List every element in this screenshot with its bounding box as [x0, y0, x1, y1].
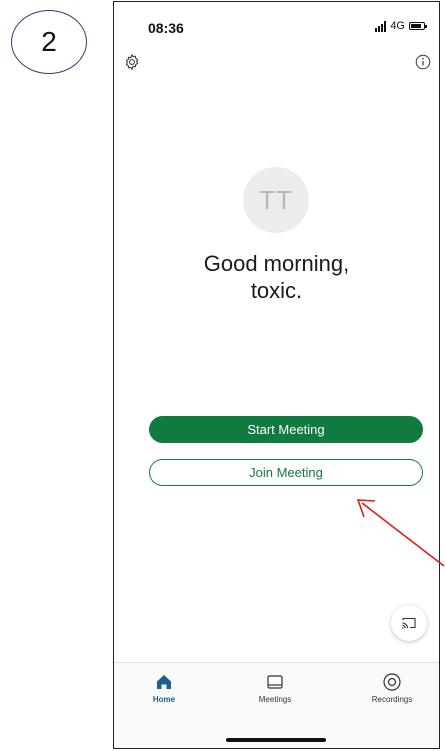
screenshot-canvas: 2 08:36 4G TT Good morning, toxic. Start…	[0, 0, 446, 751]
tab-recordings[interactable]: Recordings	[352, 671, 432, 704]
status-indicators: 4G	[375, 20, 427, 32]
tab-meetings-label: Meetings	[258, 695, 292, 704]
phone-screen: 08:36 4G TT Good morning, toxic. Start M…	[113, 1, 440, 749]
gear-icon	[125, 53, 139, 71]
tab-home[interactable]: Home	[124, 671, 204, 704]
meetings-icon	[267, 675, 283, 689]
battery-icon	[409, 22, 427, 30]
start-meeting-button[interactable]: Start Meeting	[149, 416, 423, 443]
avatar-initials: TT	[259, 184, 293, 215]
signal-icon	[375, 20, 387, 32]
settings-button[interactable]	[122, 52, 142, 72]
home-indicator	[226, 738, 326, 742]
home-icon	[157, 675, 171, 689]
bottom-tab-bar: Home Meetings Recordings	[114, 662, 439, 748]
tab-home-label: Home	[152, 695, 176, 704]
status-time: 08:36	[148, 20, 184, 36]
greeting-line-1: Good morning,	[203, 251, 350, 276]
join-meeting-button[interactable]: Join Meeting	[149, 459, 423, 486]
avatar[interactable]: TT	[243, 167, 309, 233]
step-number-badge: 2	[11, 10, 87, 74]
status-bar: 08:36 4G	[114, 2, 439, 42]
greeting-text: Good morning, toxic.	[114, 250, 439, 304]
recordings-icon	[383, 673, 401, 691]
tab-recordings-label: Recordings	[371, 695, 413, 704]
info-button[interactable]	[415, 54, 431, 70]
cast-icon	[402, 617, 416, 629]
cast-button[interactable]	[391, 605, 427, 641]
info-icon	[415, 54, 431, 70]
greeting-line-2: toxic.	[250, 278, 303, 303]
step-number: 2	[41, 26, 57, 57]
tab-meetings[interactable]: Meetings	[235, 671, 315, 704]
network-label: 4G	[390, 20, 405, 32]
